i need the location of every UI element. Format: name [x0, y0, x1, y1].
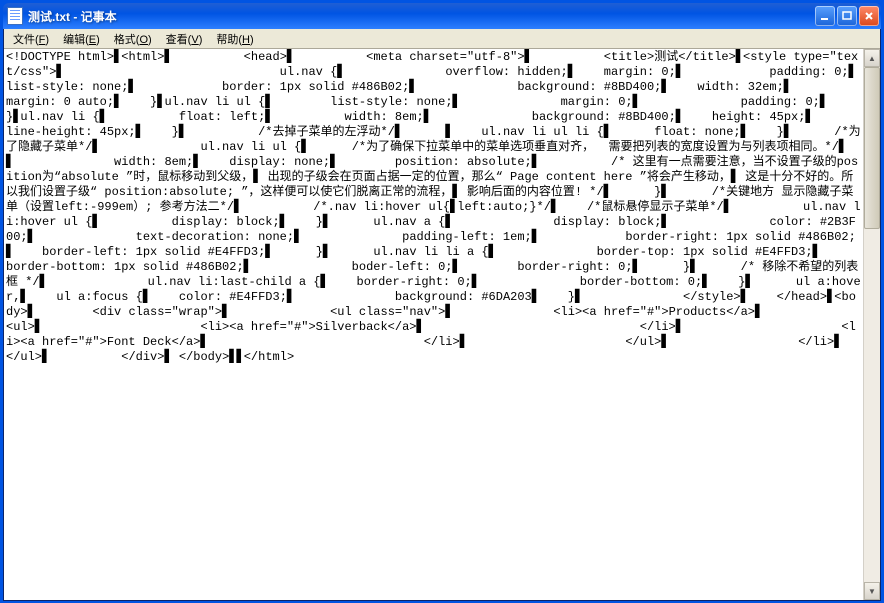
titlebar[interactable]: 测试.txt - 记事本: [3, 3, 881, 29]
editor-area: <!DOCTYPE html>▋<html>▋ <head>▋ <meta ch…: [4, 49, 880, 600]
maximize-button[interactable]: [837, 6, 857, 26]
menu-view[interactable]: 查看(V): [159, 30, 210, 48]
client-area: 文件(F) 编辑(E) 格式(O) 查看(V) 帮助(H) <!DOCTYPE …: [3, 29, 881, 601]
menu-help[interactable]: 帮助(H): [209, 30, 260, 48]
vertical-scrollbar[interactable]: ▲ ▼: [863, 49, 880, 600]
notepad-icon: [7, 7, 23, 25]
menu-file[interactable]: 文件(F): [6, 30, 56, 48]
minimize-button[interactable]: [815, 6, 835, 26]
scroll-up-button[interactable]: ▲: [864, 49, 880, 67]
window-title: 测试.txt - 记事本: [28, 8, 815, 25]
editor-content[interactable]: <!DOCTYPE html>▋<html>▋ <head>▋ <meta ch…: [4, 49, 864, 600]
menubar: 文件(F) 编辑(E) 格式(O) 查看(V) 帮助(H): [4, 29, 880, 49]
scroll-track[interactable]: [864, 67, 880, 582]
menu-format[interactable]: 格式(O): [107, 30, 159, 48]
scroll-thumb[interactable]: [864, 67, 880, 229]
notepad-window: 测试.txt - 记事本 文件(F) 编辑(E) 格式(O) 查看(V) 帮助(…: [0, 0, 884, 603]
window-buttons: [815, 6, 879, 26]
scroll-down-button[interactable]: ▼: [864, 582, 880, 600]
close-button[interactable]: [859, 6, 879, 26]
menu-edit[interactable]: 编辑(E): [56, 30, 107, 48]
